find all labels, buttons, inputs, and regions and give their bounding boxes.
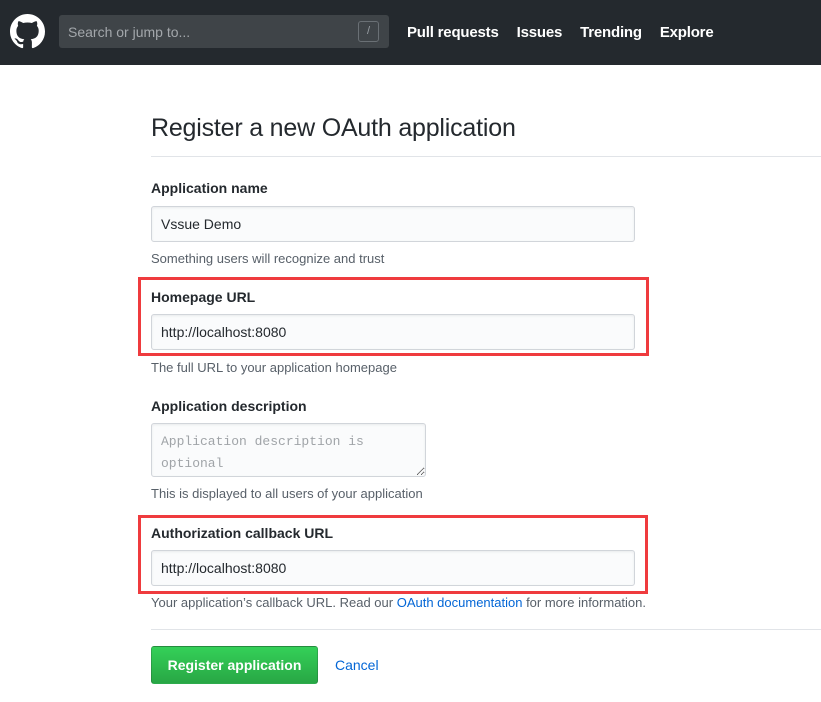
search-box: / bbox=[59, 15, 389, 48]
homepage-url-note: The full URL to your application homepag… bbox=[151, 360, 397, 375]
nav-issues[interactable]: Issues bbox=[517, 24, 563, 41]
callback-url-note-prefix: Your application’s callback URL. Read ou… bbox=[151, 595, 397, 610]
search-shortcut-key: / bbox=[358, 21, 379, 42]
search-input[interactable] bbox=[59, 15, 389, 48]
application-name-note: Something users will recognize and trust bbox=[151, 251, 385, 266]
application-description-textarea[interactable] bbox=[151, 423, 426, 477]
nav-pull-requests[interactable]: Pull requests bbox=[407, 24, 499, 41]
application-name-label: Application name bbox=[151, 180, 268, 196]
callback-url-note-suffix: for more information. bbox=[522, 595, 646, 610]
github-octocat-icon[interactable] bbox=[10, 14, 45, 49]
cancel-link[interactable]: Cancel bbox=[335, 657, 379, 673]
title-divider bbox=[151, 156, 821, 157]
application-description-note: This is displayed to all users of your a… bbox=[151, 486, 423, 501]
application-description-label: Application description bbox=[151, 398, 307, 414]
callback-url-input[interactable] bbox=[151, 550, 635, 586]
homepage-url-input[interactable] bbox=[151, 314, 635, 350]
page-title: Register a new OAuth application bbox=[151, 114, 516, 142]
main-nav: Pull requests Issues Trending Explore bbox=[407, 0, 731, 65]
application-name-input[interactable] bbox=[151, 206, 635, 242]
actions-divider bbox=[151, 629, 821, 630]
top-nav-bar: / Pull requests Issues Trending Explore bbox=[0, 0, 821, 65]
callback-url-note: Your application’s callback URL. Read ou… bbox=[151, 595, 646, 610]
nav-explore[interactable]: Explore bbox=[660, 24, 714, 41]
register-application-button[interactable]: Register application bbox=[151, 646, 318, 684]
homepage-url-label: Homepage URL bbox=[151, 289, 256, 305]
callback-url-label: Authorization callback URL bbox=[151, 525, 334, 541]
oauth-documentation-link[interactable]: OAuth documentation bbox=[397, 595, 523, 610]
nav-trending[interactable]: Trending bbox=[580, 24, 642, 41]
